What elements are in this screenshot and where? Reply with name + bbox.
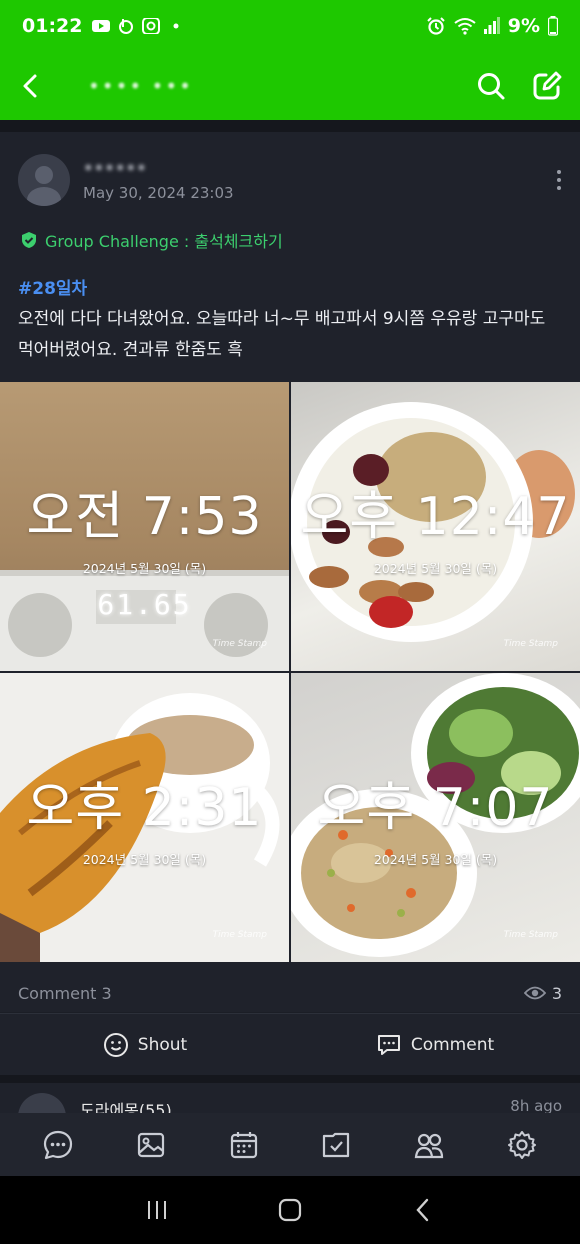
back-arrow-icon[interactable] (18, 73, 44, 99)
time-stamp-watermark: Time Stamp (503, 930, 558, 940)
youtube-icon (92, 20, 111, 32)
timestamp-time: 오전 7:53 (26, 487, 263, 547)
challenge-badge-icon (22, 232, 36, 248)
timestamp-time: 오후 7:07 (317, 778, 554, 838)
notification-dot-icon (173, 23, 179, 29)
timestamp-date: 2024년 5월 30일 (목) (373, 561, 498, 576)
timestamp-time: 오후 2:31 (26, 778, 263, 838)
chat-icon[interactable] (42, 1129, 74, 1161)
view-count-value: 3 (551, 983, 562, 1003)
post-card: •••••• May 30, 2024 23:03 Group Challeng… (0, 132, 580, 1012)
post-body: 오전에 다다 다녀왔어요. 오늘따라 너~무 배고파서 9시쯤 우유랑 고구마도… (18, 309, 546, 360)
status-app-icons (92, 18, 185, 34)
status-time: 01:22 (22, 15, 83, 37)
photo-tile[interactable]: 오후 12:47 2024년 5월 30일 (목) Time Stamp (291, 382, 580, 671)
settings-gear-icon[interactable] (506, 1129, 538, 1161)
photo-tile[interactable]: 오후 7:07 2024년 5월 30일 (목) Time Stamp (291, 673, 580, 962)
challenge-link[interactable]: Group Challenge : 출석체크하기 (20, 228, 283, 252)
comment-button[interactable]: Comment (290, 1014, 580, 1075)
band-title: •••• ••• (88, 74, 193, 98)
search-icon[interactable] (476, 71, 506, 101)
section-divider (0, 1075, 580, 1083)
more-options-icon[interactable] (554, 168, 564, 192)
alarm-icon (427, 17, 445, 35)
shout-label: Shout (137, 1034, 188, 1055)
comment-time: 8h ago (510, 1097, 562, 1113)
header-divider (0, 120, 580, 132)
post-stats: Comment 3 3 (0, 974, 580, 1012)
photo-grid: 오전 7:53 2024년 5월 30일 (목) 61.65 Time Stam… (0, 382, 580, 964)
time-stamp-watermark: Time Stamp (212, 639, 267, 649)
author-name[interactable]: •••••• (83, 158, 234, 180)
avatar[interactable] (18, 1093, 66, 1113)
post-author[interactable]: •••••• May 30, 2024 23:03 (18, 154, 234, 206)
recent-apps-icon[interactable] (144, 1197, 170, 1223)
instagram-icon (142, 18, 161, 34)
comment-item[interactable]: 도라에몽(55) 8h ago (0, 1083, 580, 1113)
battery-percent: 9% (507, 15, 540, 37)
members-icon[interactable] (413, 1129, 445, 1161)
timestamp-date: 2024년 5월 30일 (목) (373, 852, 498, 867)
shout-button[interactable]: Shout (0, 1014, 290, 1075)
time-stamp-watermark: Time Stamp (503, 639, 558, 649)
status-bar: 01:22 9% (0, 0, 580, 52)
avatar[interactable] (18, 154, 70, 206)
calendar-icon[interactable] (228, 1129, 260, 1161)
eye-icon (523, 986, 546, 1000)
comment-bubble-icon (377, 1034, 400, 1055)
battery-icon (548, 16, 558, 36)
signal-icon (483, 17, 500, 34)
comment-author[interactable]: 도라에몽(55) (80, 1097, 172, 1113)
time-stamp-watermark: Time Stamp (212, 930, 267, 940)
photo-icon[interactable] (135, 1129, 167, 1161)
timestamp-time: 오후 12:47 (300, 487, 571, 547)
wifi-icon (454, 18, 476, 35)
timestamp-date: 2024년 5월 30일 (목) (82, 852, 207, 867)
board-check-icon[interactable] (320, 1129, 352, 1161)
timestamp-date: 2024년 5월 30일 (목) (82, 561, 207, 576)
view-count[interactable]: 3 (523, 983, 562, 1003)
home-icon[interactable] (277, 1197, 303, 1223)
hashtag-link[interactable]: #28일차 (18, 274, 87, 299)
post-actions: Shout Comment (0, 1013, 580, 1075)
scale-reading: 61.65 (97, 588, 192, 621)
bottom-nav (0, 1113, 580, 1176)
comment-label: Comment (410, 1034, 495, 1055)
photo-tile[interactable]: 오전 7:53 2024년 5월 30일 (목) 61.65 Time Stam… (0, 382, 289, 671)
photo-tile[interactable]: 오후 2:31 2024년 5월 30일 (목) Time Stamp (0, 673, 289, 962)
post-date: May 30, 2024 23:03 (83, 184, 234, 202)
challenge-label: Group Challenge : 출석체크하기 (45, 232, 283, 251)
smiley-icon (103, 1032, 128, 1057)
system-nav-bar (0, 1176, 580, 1244)
back-icon[interactable] (410, 1197, 436, 1223)
app-bar: •••• ••• (0, 52, 580, 120)
compose-icon[interactable] (532, 71, 562, 101)
status-system-icons: 9% (426, 15, 558, 37)
comment-count[interactable]: Comment 3 (18, 984, 112, 1003)
band-icon (119, 19, 134, 34)
